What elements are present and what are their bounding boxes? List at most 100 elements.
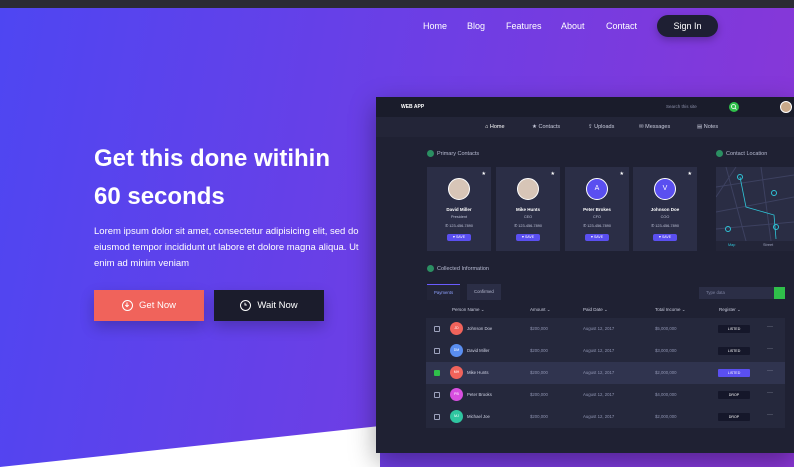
row-date: August 12, 2017 <box>583 326 615 331</box>
column-total-income[interactable]: Total Income ⌄ <box>655 307 686 313</box>
wait-now-button[interactable]: Wait Now <box>214 290 324 321</box>
row-status-badge[interactable]: LISTED <box>718 347 750 355</box>
app-header: WEB APP Search this site <box>376 97 794 117</box>
app-search-input[interactable]: Search this site <box>666 104 697 109</box>
nav-about[interactable]: About <box>561 21 585 31</box>
contact-role: President <box>450 215 468 219</box>
row-income: $3,000,000 <box>655 348 677 353</box>
contact-role: COO <box>660 215 670 219</box>
contact-role: CEO <box>523 215 533 219</box>
row-amount: $200,000 <box>530 370 548 375</box>
row-status-badge[interactable]: LISTED <box>718 325 750 333</box>
row-income: $4,000,000 <box>655 392 677 397</box>
row-income: $2,000,000 <box>655 370 677 375</box>
row-avatar: MJ <box>450 410 463 423</box>
contact-save-button[interactable]: ♥ SAVE <box>516 234 540 241</box>
star-icon[interactable]: ★ <box>551 171 555 177</box>
row-checkbox[interactable] <box>434 370 440 376</box>
more-icon[interactable]: ··· <box>767 346 773 352</box>
map-tab-map[interactable]: Map <box>728 243 735 247</box>
star-icon[interactable]: ★ <box>620 171 624 177</box>
nav-contact[interactable]: Contact <box>606 21 637 31</box>
table-row[interactable]: JD Johnson Doe $200,000 August 12, 2017 … <box>426 318 785 340</box>
contact-card[interactable]: ★ A Peter Brokes CFO ✆ 123-456-7890 ♥ SA… <box>565 167 629 251</box>
get-now-label: Get Now <box>139 300 176 311</box>
table-row[interactable]: MH Mike Hunts $200,000 August 12, 2017 $… <box>426 362 785 384</box>
row-income: $5,000,000 <box>655 326 677 331</box>
contact-phone: ✆ 123-456-7890 <box>514 224 542 228</box>
star-icon[interactable]: ★ <box>688 171 692 177</box>
contact-save-button[interactable]: ♥ SAVE <box>585 234 609 241</box>
row-amount: $200,000 <box>530 326 548 331</box>
contact-avatar <box>448 178 470 200</box>
contact-card[interactable]: ★ Mike Hunts CEO ✆ 123-456-7890 ♥ SAVE <box>496 167 560 251</box>
sign-in-button[interactable]: Sign In <box>657 15 718 37</box>
row-name: Peter Brooks <box>467 392 492 397</box>
search-button[interactable] <box>729 102 739 112</box>
row-status-badge[interactable]: LISTED <box>718 369 750 377</box>
row-checkbox[interactable] <box>434 414 440 420</box>
column-person-name[interactable]: Person Name ⌄ <box>452 307 485 313</box>
row-name: Mike Hunts <box>467 370 489 375</box>
tab-home[interactable]: ⌂ Home <box>485 124 505 130</box>
row-checkbox[interactable] <box>434 326 440 332</box>
nav-blog[interactable]: Blog <box>467 21 485 31</box>
contact-role: CFO <box>592 215 601 219</box>
more-icon[interactable]: ··· <box>767 412 773 418</box>
table-row[interactable]: MJ Michael Joe $200,000 August 12, 2017 … <box>426 406 785 428</box>
contact-card[interactable]: ★ V Johnson Doe COO ✆ 123-456-7890 ♥ SAV… <box>633 167 697 251</box>
contact-location-label: Contact Location <box>726 150 768 157</box>
tab-contacts-label: Contacts <box>538 124 561 130</box>
map-icon <box>716 167 794 242</box>
map-tab-street[interactable]: Street <box>763 243 773 247</box>
table-row[interactable]: PB Peter Brooks $200,000 August 12, 2017… <box>426 384 785 406</box>
user-avatar[interactable] <box>780 101 792 113</box>
star-icon[interactable]: ★ <box>482 171 486 177</box>
row-status-badge[interactable]: DROP <box>718 413 750 421</box>
contact-location-title: Contact Location <box>716 150 767 157</box>
filter-tab-payments[interactable]: Payments <box>427 284 461 300</box>
tab-uploads[interactable]: ⇪ Uploads <box>588 124 614 130</box>
more-icon[interactable]: ··· <box>767 368 773 374</box>
row-amount: $200,000 <box>530 348 548 353</box>
app-brand: WEB APP <box>401 104 425 110</box>
row-name: David Miller <box>467 348 490 353</box>
tab-notes[interactable]: ▤ Notes <box>697 124 718 130</box>
tab-uploads-label: Uploads <box>594 124 615 130</box>
hero-title: Get this done witihin 60 seconds <box>94 140 384 216</box>
contact-save-button[interactable]: ♥ SAVE <box>447 234 471 241</box>
contact-avatar <box>517 178 539 200</box>
row-avatar: PB <box>450 388 463 401</box>
column-register[interactable]: Register ⌄ <box>719 307 741 313</box>
tab-contacts[interactable]: ★ Contacts <box>532 124 560 130</box>
row-status-badge[interactable]: DROP <box>718 391 750 399</box>
tab-messages-label: Messages <box>645 124 671 130</box>
contact-card[interactable]: ★ David Miller President ✆ 123-456-7890 … <box>427 167 491 251</box>
filter-tab-confirmed[interactable]: Confirmed <box>467 284 501 300</box>
tab-home-label: Home <box>489 124 505 130</box>
row-avatar: MH <box>450 366 463 379</box>
more-icon[interactable]: ··· <box>767 324 773 330</box>
row-amount: $200,000 <box>530 392 548 397</box>
row-checkbox[interactable] <box>434 392 440 398</box>
contact-name: Johnson Doe <box>650 207 680 212</box>
table-row[interactable]: DM David Miller $200,000 August 12, 2017… <box>426 340 785 362</box>
contact-phone: ✆ 123-456-7890 <box>583 224 611 228</box>
row-checkbox[interactable] <box>434 348 440 354</box>
column-amount[interactable]: Amount ⌄ <box>530 307 551 313</box>
row-date: August 12, 2017 <box>583 414 615 419</box>
contact-save-button[interactable]: ♥ SAVE <box>653 234 677 241</box>
tab-messages[interactable]: ✉ Messages <box>639 124 670 130</box>
hero-title-line1: Get this done witihin <box>94 145 330 172</box>
get-now-button[interactable]: Get Now <box>94 290 204 321</box>
filter-search-button[interactable] <box>774 287 785 299</box>
contacts-dot-icon <box>427 150 434 157</box>
column-paid-date[interactable]: Paid Date ⌄ <box>583 307 608 313</box>
clock-icon <box>240 300 252 311</box>
filter-input[interactable]: Type data <box>699 287 774 299</box>
nav-home[interactable]: Home <box>423 21 447 31</box>
more-icon[interactable]: ··· <box>767 390 773 396</box>
contact-map[interactable]: Map Street <box>716 167 794 251</box>
nav-features[interactable]: Features <box>506 21 542 31</box>
row-name: Michael Joe <box>467 414 490 419</box>
